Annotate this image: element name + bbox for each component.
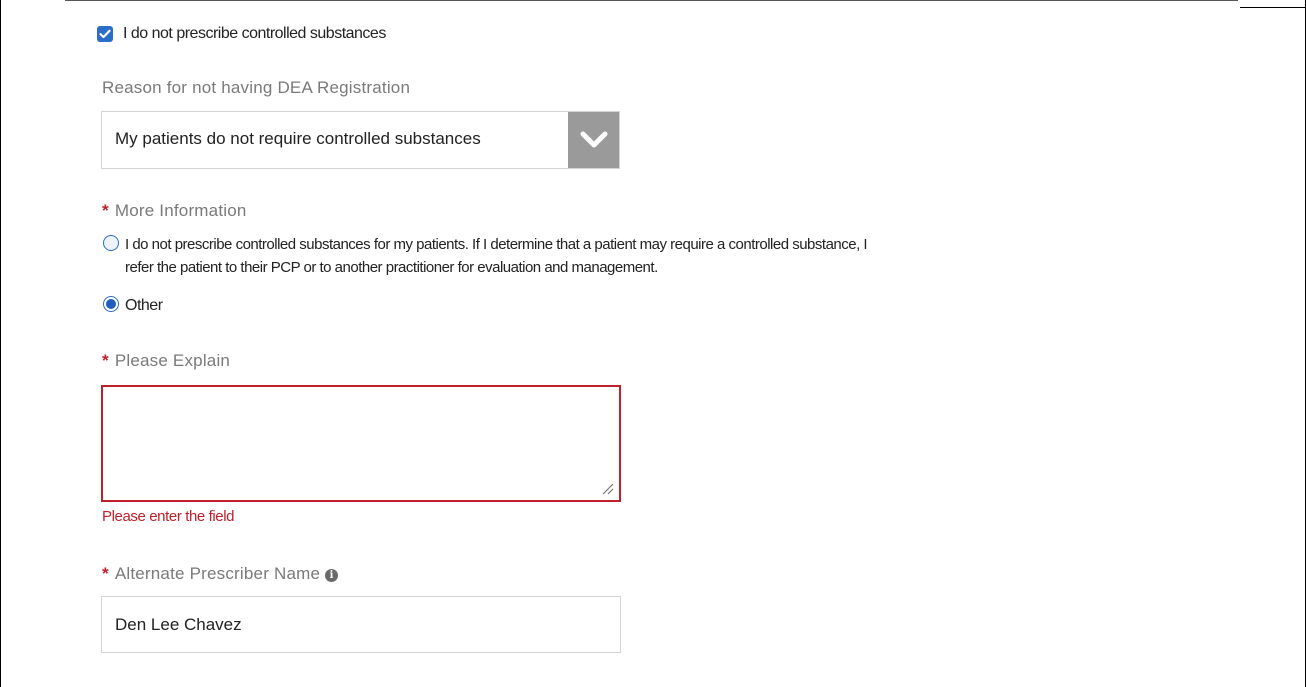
chevron-down-icon: [580, 131, 608, 148]
radio-refer-label: I do not prescribe controlled substances…: [125, 233, 868, 279]
radio-option-other[interactable]: Other: [103, 294, 163, 317]
alternate-prescriber-value: Den Lee Chavez: [115, 615, 242, 634]
no-controlled-substances-checkbox[interactable]: [97, 26, 113, 42]
radio-refer-line1: I do not prescribe controlled substances…: [125, 236, 868, 253]
alternate-prescriber-input[interactable]: Den Lee Chavez: [101, 596, 621, 653]
radio-other-label: Other: [125, 297, 163, 314]
more-info-label-text: More Information: [114, 201, 247, 220]
reason-select[interactable]: My patients do not require controlled su…: [101, 111, 620, 169]
radio-option-refer[interactable]: I do not prescribe controlled substances…: [103, 233, 868, 279]
reason-select-arrow[interactable]: [568, 112, 619, 168]
no-controlled-substances-label: I do not prescribe controlled substances: [123, 25, 386, 42]
required-marker: *: [102, 351, 109, 370]
reason-select-value: My patients do not require controlled su…: [115, 129, 481, 148]
explain-label-text: Please Explain: [114, 351, 231, 370]
required-marker: *: [102, 564, 109, 583]
radio-refer-button[interactable]: [103, 235, 119, 251]
explain-error-message: Please enter the field: [102, 508, 235, 525]
required-marker: *: [102, 201, 109, 220]
frame-border-top: [65, 0, 1238, 1]
frame-border-top-right: [1240, 7, 1306, 8]
checkmark-icon: [99, 29, 111, 39]
explain-label: * Please Explain: [102, 351, 230, 371]
resize-handle-icon[interactable]: [600, 481, 614, 495]
radio-refer-line2: refer the patient to their PCP or to ano…: [125, 259, 658, 276]
alternate-prescriber-label-text: Alternate Prescriber Name: [114, 564, 321, 583]
info-icon[interactable]: i: [325, 569, 339, 582]
radio-other-button[interactable]: [103, 296, 119, 312]
no-controlled-substances-checkbox-row[interactable]: I do not prescribe controlled substances: [97, 24, 386, 44]
more-info-label: * More Information: [102, 201, 247, 221]
reason-label: Reason for not having DEA Registration: [102, 78, 411, 97]
alternate-prescriber-label: * Alternate Prescriber Name i: [102, 564, 339, 584]
explain-textarea[interactable]: [101, 385, 621, 502]
frame-border-left: [0, 0, 1, 687]
